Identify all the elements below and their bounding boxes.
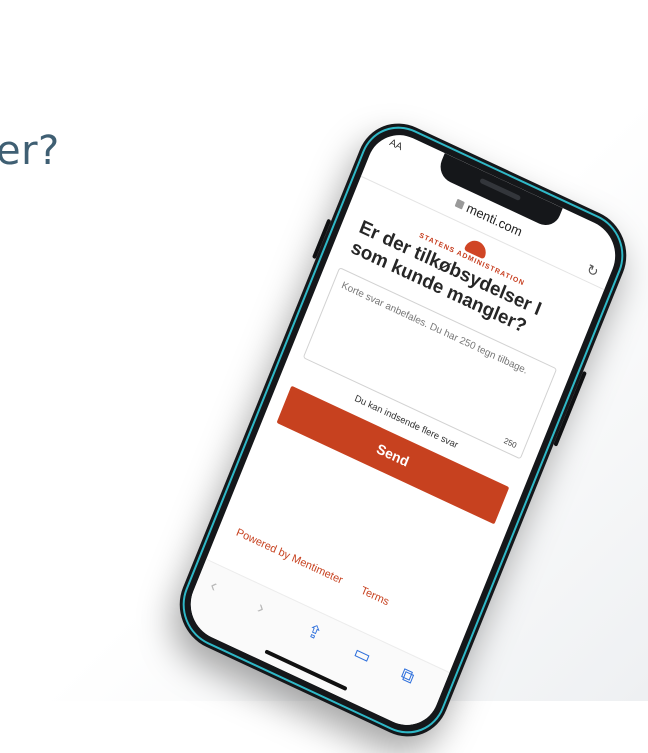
chevron-left-icon[interactable]: ‹ [207, 575, 221, 597]
powered-by-link[interactable]: Powered by Mentimeter [234, 526, 344, 586]
terms-link[interactable]: Terms [359, 585, 391, 609]
phone-device: AA menti.com ↻ STATENS ADMINISTRATION Er… [166, 109, 640, 751]
character-count: 250 [502, 436, 518, 451]
book-icon[interactable]: ▭ [351, 642, 374, 669]
lock-icon [454, 198, 465, 210]
tabs-icon[interactable]: ⧉ [398, 664, 417, 689]
text-size-button[interactable]: AA [388, 137, 404, 153]
chevron-right-icon[interactable]: › [254, 597, 268, 619]
share-icon[interactable]: ⇪ [303, 620, 325, 646]
phone-mockup-area: AA menti.com ↻ STATENS ADMINISTRATION Er… [0, 0, 648, 751]
